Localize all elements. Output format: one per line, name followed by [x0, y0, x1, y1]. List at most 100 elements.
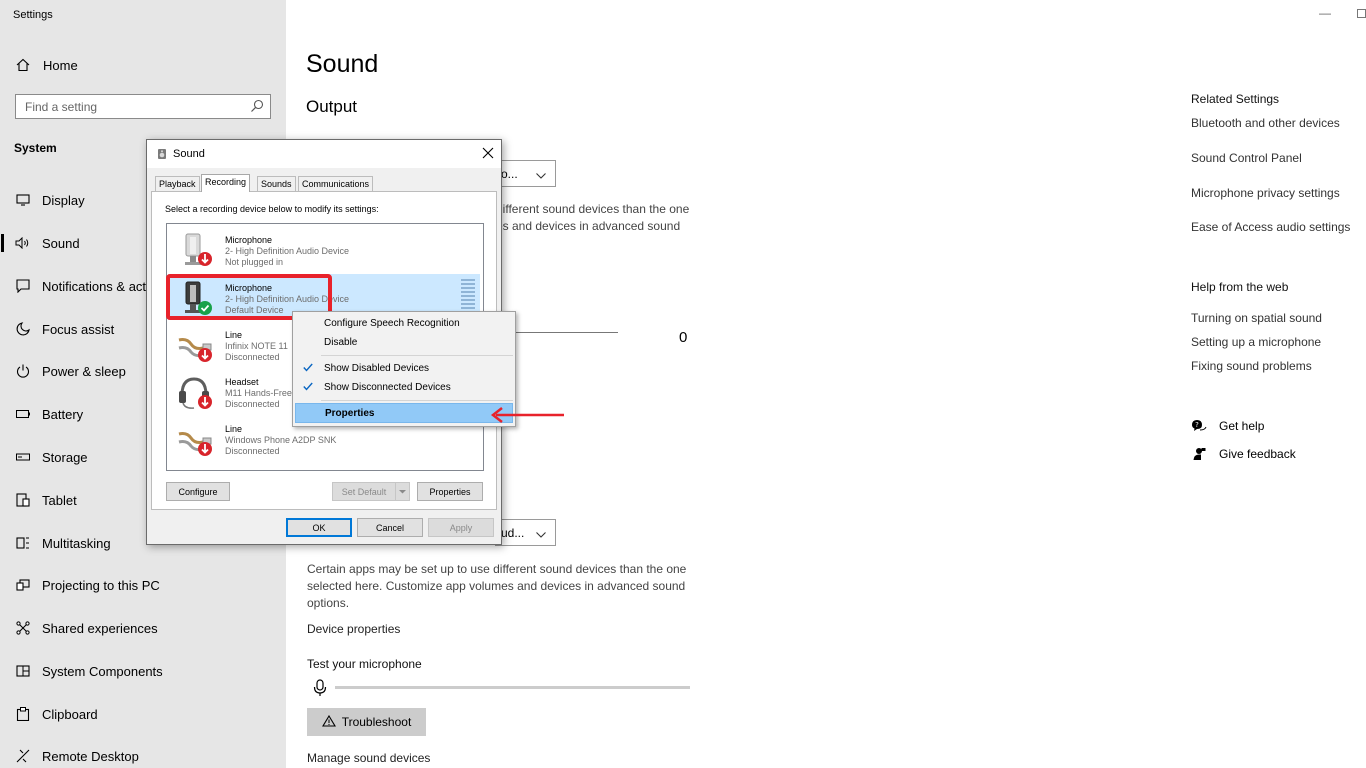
tab-communications[interactable]: Communications — [298, 176, 374, 191]
line-in-icon — [177, 326, 217, 364]
line-in-icon — [177, 420, 217, 458]
nav-home[interactable]: Home — [0, 48, 286, 82]
input-device-value: ud... — [501, 525, 525, 540]
search-box[interactable] — [15, 94, 271, 119]
link-fixing-sound-problems[interactable]: Fixing sound problems — [1191, 359, 1312, 373]
troubleshoot-button[interactable]: Troubleshoot — [307, 708, 426, 736]
volume-slider[interactable] — [505, 332, 618, 333]
system-components-icon — [15, 663, 31, 679]
remote-desktop-icon — [15, 748, 31, 764]
link-spatial-sound[interactable]: Turning on spatial sound — [1191, 311, 1322, 325]
device-description: Infinix NOTE 11 — [225, 341, 288, 351]
cancel-button[interactable]: Cancel — [357, 518, 423, 537]
projecting-icon — [15, 577, 31, 593]
properties-button[interactable]: Properties — [417, 482, 483, 501]
sound-icon — [15, 235, 31, 251]
ok-button[interactable]: OK — [286, 518, 352, 537]
link-setting-up-microphone[interactable]: Setting up a microphone — [1191, 335, 1321, 349]
device-description: M11 Hands-Free — [225, 388, 292, 398]
link-microphone-privacy[interactable]: Microphone privacy settings — [1191, 186, 1340, 200]
menu-separator — [321, 355, 513, 356]
device-name: Headset — [225, 377, 259, 387]
sidebar-item-system-components[interactable]: System Components — [0, 654, 286, 688]
get-help-icon: ? — [1191, 418, 1207, 434]
instruction-text: Select a recording device below to modif… — [165, 204, 379, 214]
device-name: Line — [225, 424, 243, 434]
device-description: 2- High Definition Audio Device — [225, 246, 350, 256]
sidebar-item-label: Notifications & acti — [42, 278, 149, 294]
dialog-title: Sound — [173, 148, 205, 160]
menu-item-configure-speech[interactable]: Configure Speech Recognition — [295, 313, 513, 333]
annotation-arrow-icon — [490, 406, 565, 424]
checkmark-icon — [303, 363, 313, 372]
sidebar-item-label: Tablet — [42, 492, 77, 508]
speaker-icon — [156, 148, 168, 160]
sidebar-item-label: Battery — [42, 406, 84, 422]
microphone-device-icon — [177, 231, 217, 269]
input-device-dropdown[interactable]: ud... — [495, 519, 556, 546]
set-default-button[interactable]: Set Default — [332, 482, 396, 501]
sidebar-item-label: Storage — [42, 449, 88, 465]
output-device-dropdown[interactable]: o... — [495, 160, 556, 187]
microphone-level-bar — [335, 686, 690, 689]
tab-sounds[interactable]: Sounds — [257, 176, 296, 191]
menu-item-properties[interactable]: Properties — [295, 403, 513, 423]
sidebar-item-remote-desktop[interactable]: Remote Desktop — [0, 739, 286, 768]
device-properties-link[interactable]: Device properties — [307, 622, 400, 636]
shared-experiences-icon — [15, 620, 31, 636]
input-note: Certain apps may be set up to use differ… — [307, 562, 687, 610]
sidebar-item-label: Clipboard — [42, 706, 98, 722]
link-sound-control-panel[interactable]: Sound Control Panel — [1191, 151, 1302, 165]
link-ease-of-access-audio[interactable]: Ease of Access audio settings — [1191, 220, 1350, 234]
menu-item-label: Disable — [324, 336, 358, 348]
device-row[interactable]: Microphone 2- High Definition Audio Devi… — [168, 226, 480, 272]
app-title: Settings — [13, 9, 53, 21]
device-status: Disconnected — [225, 446, 280, 456]
menu-separator — [321, 400, 513, 401]
output-device-value: o... — [501, 166, 518, 181]
storage-icon — [15, 449, 31, 465]
sidebar-item-clipboard[interactable]: Clipboard — [0, 697, 286, 731]
test-microphone-label: Test your microphone — [307, 657, 422, 671]
feedback-icon — [1191, 446, 1207, 462]
search-input[interactable] — [16, 95, 242, 118]
set-default-dropdown[interactable] — [395, 482, 410, 501]
give-feedback-link[interactable]: Give feedback — [1191, 446, 1296, 462]
svg-text:?: ? — [1195, 421, 1199, 429]
configure-button[interactable]: Configure — [166, 482, 230, 501]
device-name: Microphone — [225, 235, 273, 245]
audio-level-meter — [461, 278, 475, 314]
sidebar-item-label: Power & sleep — [42, 363, 126, 379]
minimize-button[interactable]: — — [1319, 6, 1331, 20]
get-help-label: Get help — [1219, 419, 1265, 433]
home-icon — [15, 57, 31, 73]
tab-playback[interactable]: Playback — [155, 176, 200, 191]
headset-icon — [177, 373, 217, 411]
menu-item-show-disabled[interactable]: Show Disabled Devices — [295, 358, 513, 378]
related-settings-heading: Related Settings — [1191, 92, 1280, 106]
device-description: Windows Phone A2DP SNK — [225, 435, 337, 445]
tablet-icon — [15, 492, 31, 508]
get-help-link[interactable]: ? Get help — [1191, 418, 1264, 434]
menu-item-disable[interactable]: Disable — [295, 332, 513, 352]
context-menu: Configure Speech Recognition Disable Sho… — [292, 311, 516, 427]
search-icon[interactable] — [250, 99, 264, 113]
sidebar-item-label: Sound — [42, 235, 80, 251]
sidebar-item-shared-experiences[interactable]: Shared experiences — [0, 611, 286, 645]
menu-item-show-disconnected[interactable]: Show Disconnected Devices — [295, 377, 513, 397]
battery-icon — [15, 406, 31, 422]
sidebar-item-projecting[interactable]: Projecting to this PC — [0, 568, 286, 602]
help-from-web-heading: Help from the web — [1191, 280, 1289, 294]
close-icon[interactable] — [481, 146, 495, 160]
manage-sound-devices-link[interactable]: Manage sound devices — [307, 751, 430, 765]
link-bluetooth-devices[interactable]: Bluetooth and other devices — [1191, 116, 1340, 130]
give-feedback-label: Give feedback — [1219, 447, 1296, 461]
checkmark-icon — [303, 382, 313, 391]
apply-button[interactable]: Apply — [428, 518, 494, 537]
warning-icon — [321, 714, 336, 730]
clipboard-icon — [15, 706, 31, 722]
maximize-button[interactable] — [1357, 9, 1366, 18]
sidebar-item-label: System Components — [42, 663, 163, 679]
dialog-titlebar[interactable]: Sound — [147, 140, 501, 168]
tab-recording[interactable]: Recording — [201, 174, 251, 192]
